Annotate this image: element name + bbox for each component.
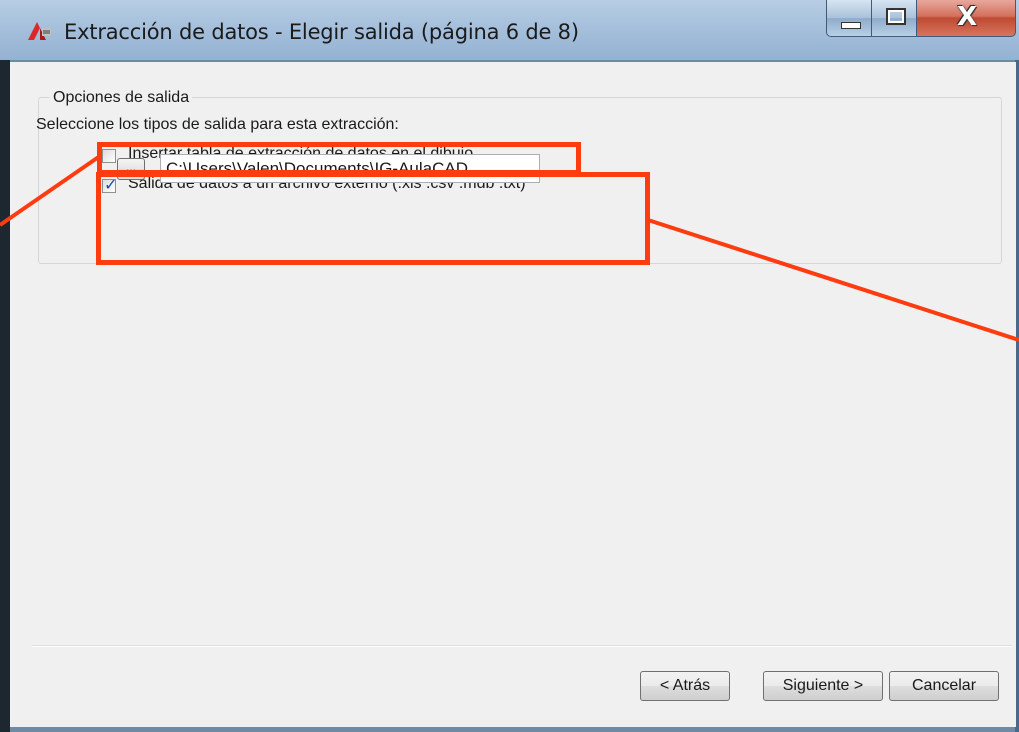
annotation-highlight-external-file	[96, 172, 650, 265]
maximize-button[interactable]	[871, 0, 917, 37]
minimize-icon	[841, 22, 861, 29]
cancel-button[interactable]: Cancelar	[889, 671, 999, 701]
dialog-window: Extracción de datos - Elegir salida (pág…	[0, 0, 1019, 732]
next-button[interactable]: Siguiente >	[763, 671, 883, 701]
instruction-text: Seleccione los tipos de salida para esta…	[36, 116, 399, 133]
autocad-icon	[28, 22, 51, 40]
window-title: Extracción de datos - Elegir salida (pág…	[64, 20, 579, 44]
annotation-highlight-insert-table	[97, 142, 581, 175]
maximize-icon	[886, 8, 906, 25]
back-button[interactable]: < Atrás	[640, 671, 730, 701]
close-icon: X	[957, 2, 978, 32]
group-title: Opciones de salida	[50, 89, 193, 107]
close-button[interactable]: X	[916, 0, 1016, 37]
footer-divider-highlight	[32, 646, 1012, 647]
title-bar[interactable]: Extracción de datos - Elegir salida (pág…	[0, 0, 1019, 60]
minimize-button[interactable]	[826, 0, 872, 37]
window-border-left	[0, 60, 10, 732]
